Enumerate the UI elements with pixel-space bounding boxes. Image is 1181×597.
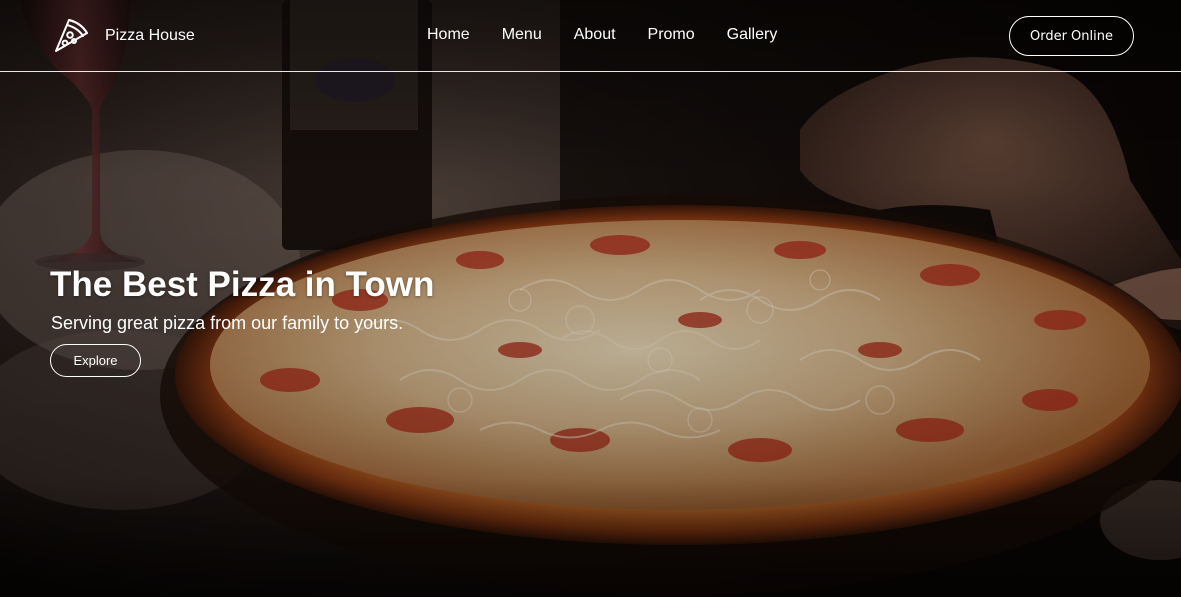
hero-title: The Best Pizza in Town	[50, 265, 435, 304]
brand-name: Pizza House	[105, 27, 195, 44]
nav-item-home: Home	[411, 24, 486, 46]
top-navbar: Pizza House Home Menu About Promo Galler…	[0, 0, 1181, 72]
nav-link-about[interactable]: About	[558, 24, 632, 46]
nav-link-gallery[interactable]: Gallery	[711, 24, 794, 46]
nav-link-home[interactable]: Home	[411, 24, 486, 46]
nav-item-promo: Promo	[632, 24, 711, 46]
nav-link-promo[interactable]: Promo	[632, 24, 711, 46]
order-online-button[interactable]: Order Online	[1009, 16, 1134, 56]
pizza-slice-icon	[55, 19, 88, 52]
nav-item-menu: Menu	[486, 24, 558, 46]
main-nav-menu: Home Menu About Promo Gallery	[411, 24, 793, 46]
explore-button[interactable]: Explore	[50, 344, 141, 377]
nav-item-gallery: Gallery	[711, 24, 794, 46]
nav-link-menu[interactable]: Menu	[486, 24, 558, 46]
hero-subtitle: Serving great pizza from our family to y…	[51, 313, 404, 333]
nav-item-about: About	[558, 24, 632, 46]
hero-content: The Best Pizza in Town Serving great piz…	[50, 264, 434, 377]
brand-link[interactable]: Pizza House	[50, 16, 195, 56]
hero-section: Pizza House Home Menu About Promo Galler…	[0, 0, 1181, 597]
